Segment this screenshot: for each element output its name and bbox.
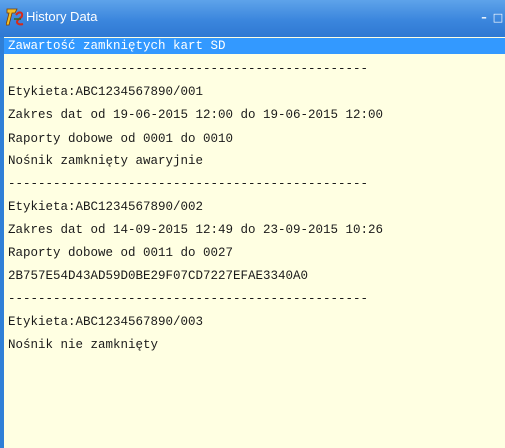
list-item-separator[interactable]: ----------------------------------------… <box>8 291 368 307</box>
app-logo-icon <box>6 8 24 26</box>
list-item[interactable]: 2B757E54D43AD59D0BE29F07CD7227EFAE3340A0 <box>8 268 308 284</box>
minimize-button[interactable]: – <box>477 10 491 26</box>
list-item[interactable]: Raporty dobowe od 0001 do 0010 <box>8 131 233 147</box>
history-data-window: History Data – □ × Zawartość zamkniętych… <box>0 0 505 448</box>
list-item[interactable]: Nośnik zamknięty awaryjnie <box>8 153 203 169</box>
title-bar[interactable]: History Data – □ × <box>0 0 505 37</box>
list-item[interactable]: Etykieta:ABC1234567890/003 <box>8 314 203 330</box>
history-list[interactable]: Zawartość zamkniętych kart SD ----------… <box>4 37 505 448</box>
list-item[interactable]: Etykieta:ABC1234567890/002 <box>8 199 203 215</box>
list-item-header[interactable]: Zawartość zamkniętych kart SD <box>4 38 505 54</box>
list-item[interactable]: Nośnik nie zamknięty <box>8 337 158 353</box>
list-item[interactable]: Raporty dobowe od 0011 do 0027 <box>8 245 233 261</box>
list-item[interactable]: Etykieta:ABC1234567890/001 <box>8 84 203 100</box>
window-title: History Data <box>26 9 98 24</box>
list-item-separator[interactable]: ----------------------------------------… <box>8 61 368 77</box>
list-item-separator[interactable]: ----------------------------------------… <box>8 176 368 192</box>
list-item[interactable]: Zakres dat od 14-09-2015 12:49 do 23-09-… <box>8 222 383 238</box>
list-item[interactable]: Zakres dat od 19-06-2015 12:00 do 19-06-… <box>8 107 383 123</box>
